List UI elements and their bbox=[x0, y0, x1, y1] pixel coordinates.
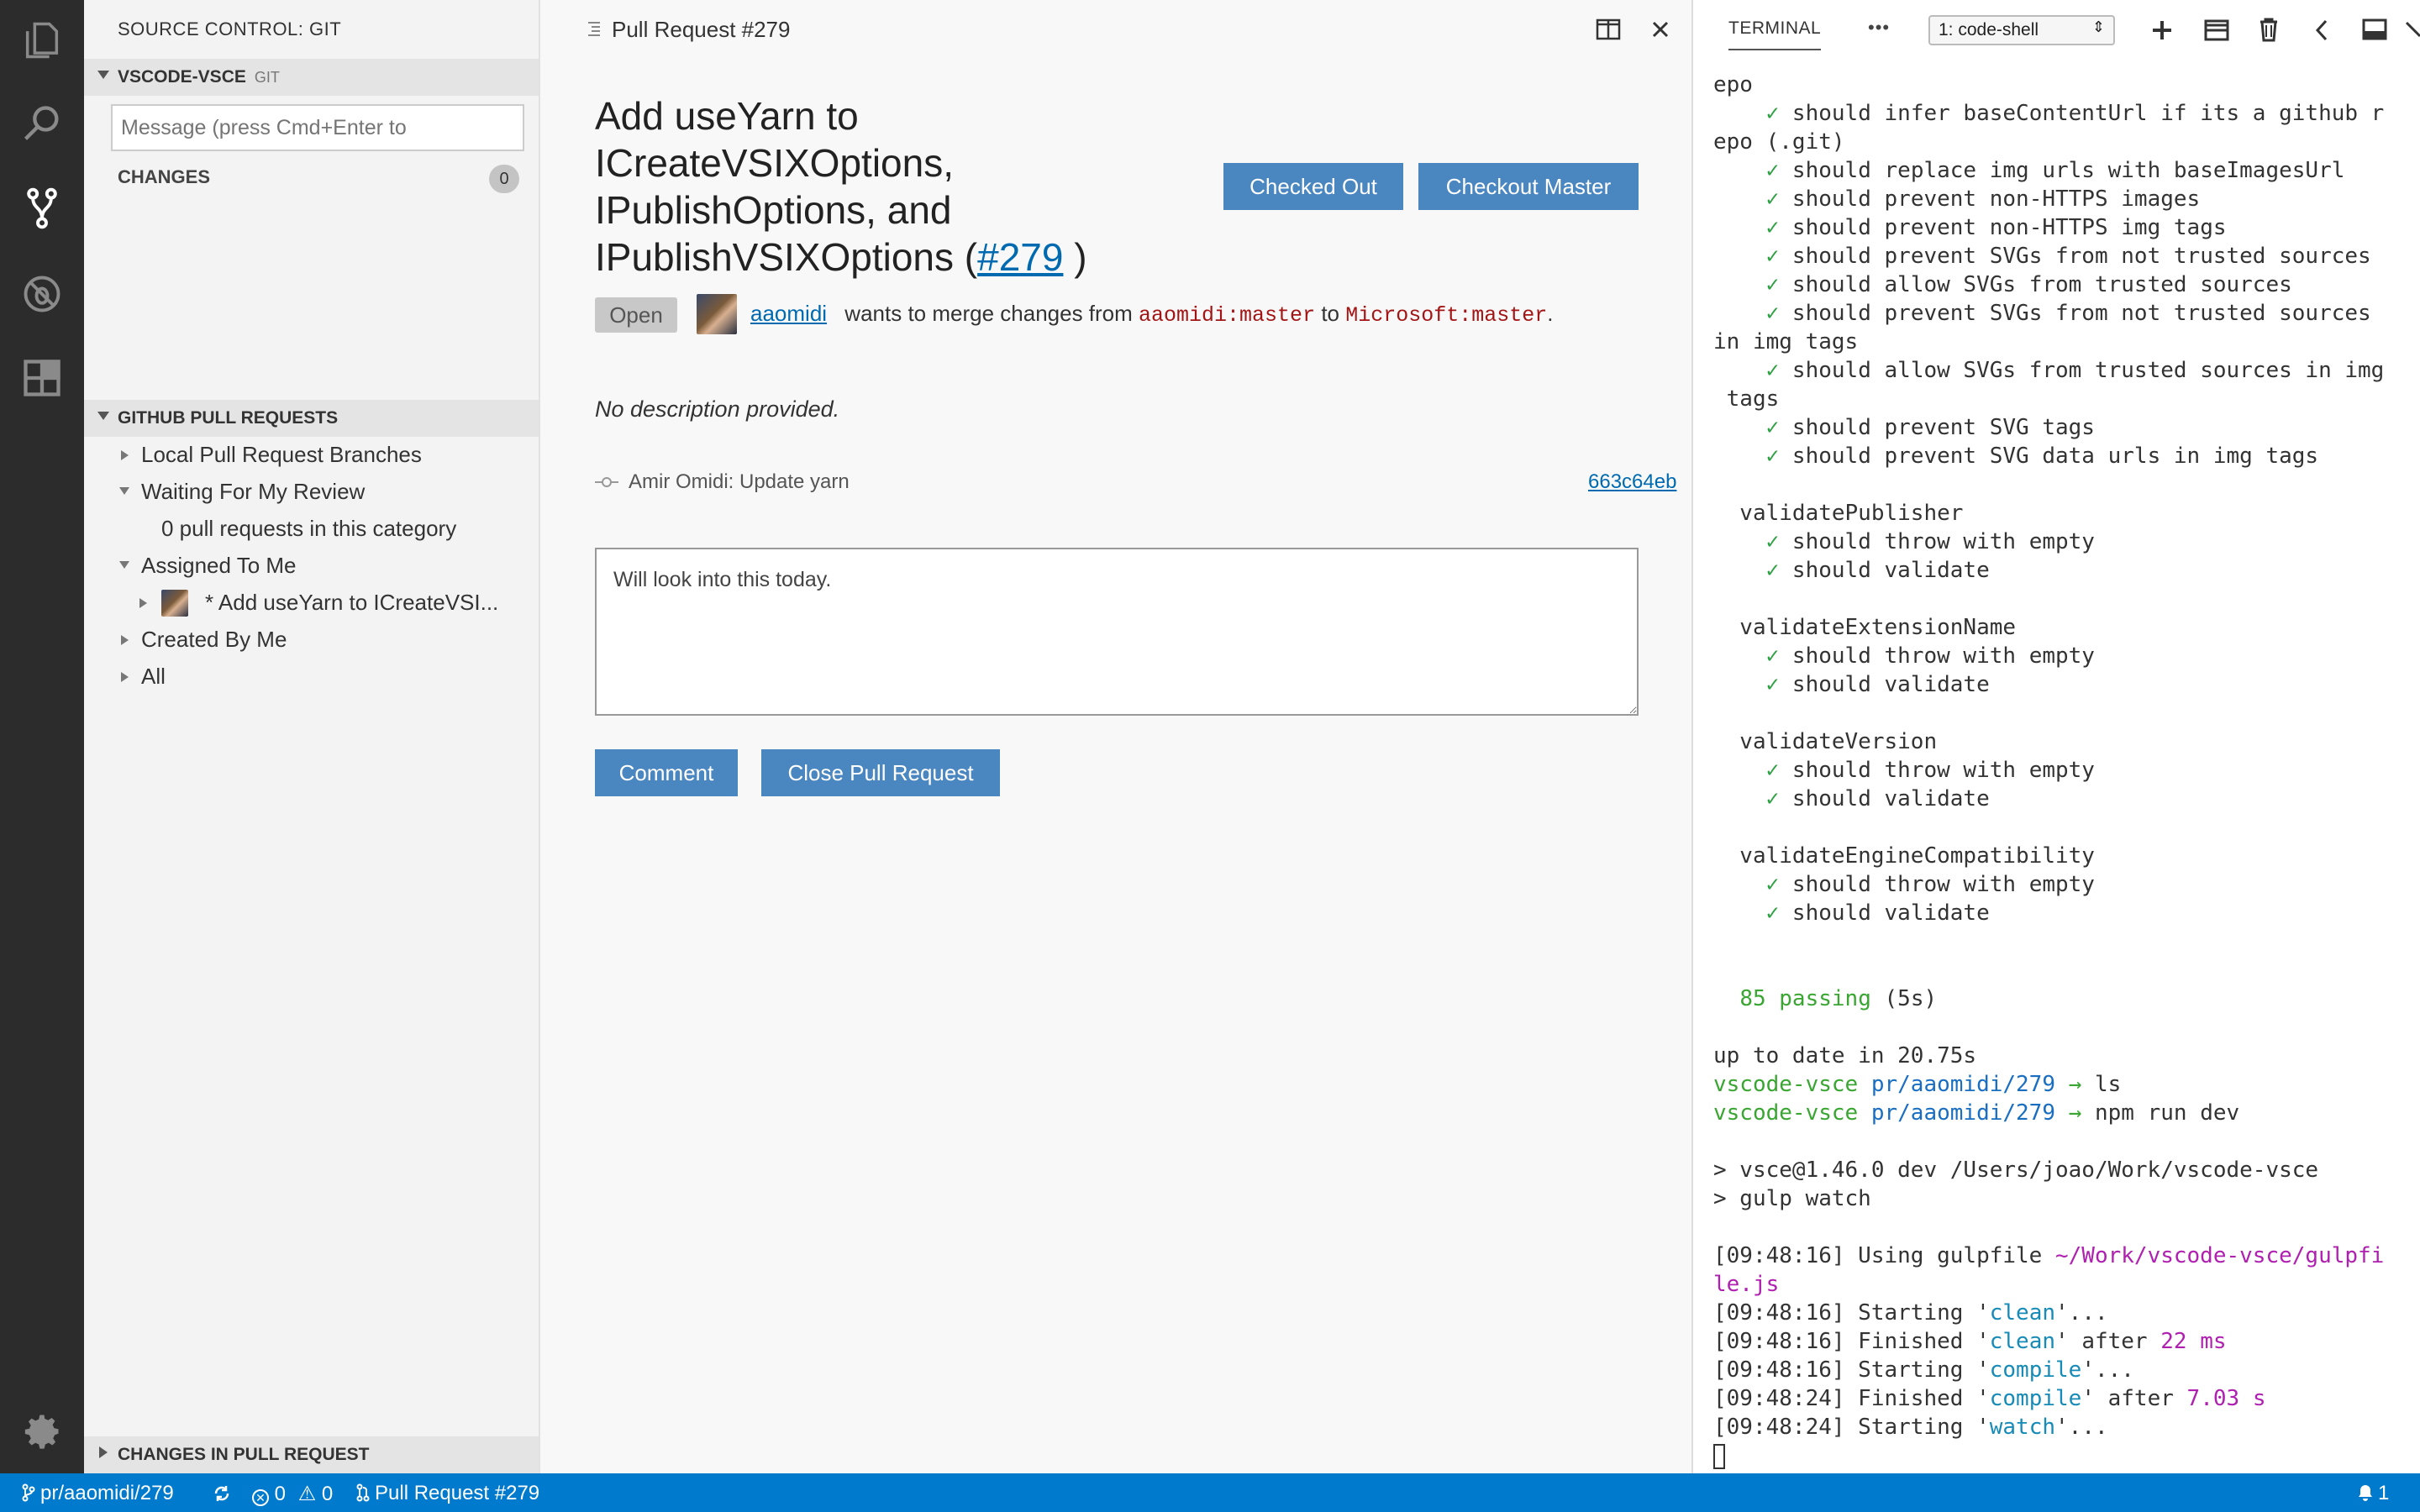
avatar bbox=[161, 590, 188, 617]
pr-merge-info: aaomidi wants to merge changes from aaom… bbox=[750, 301, 1554, 328]
to-branch: Microsoft:master bbox=[1345, 303, 1548, 328]
chevron-right-icon bbox=[121, 450, 129, 460]
toggle-panel-icon[interactable] bbox=[2362, 18, 2387, 40]
split-editor-icon[interactable] bbox=[1596, 18, 1621, 40]
author-link[interactable]: aaomidi bbox=[750, 301, 827, 326]
explorer-icon[interactable] bbox=[18, 17, 66, 64]
pr-section-header[interactable]: GITHUB PULL REQUESTS bbox=[84, 400, 539, 437]
sidebar-title: SOURCE CONTROL: GIT bbox=[118, 18, 342, 39]
from-branch: aaomidi:master bbox=[1139, 303, 1316, 328]
search-icon[interactable] bbox=[18, 101, 66, 148]
terminal-header: TERMINAL ••• 1: code-shell ⇕ bbox=[1693, 0, 2420, 60]
terminal-cursor bbox=[1713, 1443, 1725, 1469]
repo-name: VSCODE-VSCE bbox=[118, 67, 246, 87]
vscode-window: SOURCE CONTROL: GIT VSCODE-VSCE GIT CHANG… bbox=[0, 0, 2420, 1512]
error-icon: ✕ bbox=[252, 1489, 269, 1506]
commit-sha-link[interactable]: 663c64eb bbox=[1588, 470, 1676, 494]
preview-icon bbox=[588, 22, 600, 36]
tree-item-all[interactable]: All bbox=[118, 664, 166, 690]
tab-terminal[interactable]: TERMINAL bbox=[1728, 18, 1822, 50]
chevron-left-icon[interactable] bbox=[2313, 18, 2330, 42]
commit-message-input[interactable] bbox=[111, 104, 524, 151]
chevron-down-icon bbox=[97, 412, 109, 420]
bell-icon bbox=[2359, 1485, 2372, 1501]
pr-status-item[interactable]: Pull Request #279 bbox=[356, 1482, 539, 1505]
editor-tab[interactable]: Pull Request #279 bbox=[540, 0, 1691, 59]
pr-number-link[interactable]: #279 bbox=[977, 235, 1063, 279]
comment-textarea[interactable]: Will look into this today. bbox=[595, 548, 1639, 716]
tree-item-empty-category: 0 pull requests in this category bbox=[161, 516, 457, 541]
activity-bar bbox=[0, 0, 84, 1473]
changes-in-pr-title: CHANGES IN PULL REQUEST bbox=[118, 1445, 370, 1464]
tab-title: Pull Request #279 bbox=[612, 17, 791, 42]
repo-provider: GIT bbox=[254, 69, 280, 86]
comment-button[interactable]: Comment bbox=[595, 749, 738, 796]
extensions-icon[interactable] bbox=[18, 354, 66, 402]
page-title: Add useYarn to ICreateVSIXOptions, IPubl… bbox=[595, 94, 1087, 279]
pr-description: No description provided. bbox=[595, 396, 840, 422]
source-control-icon[interactable] bbox=[18, 185, 66, 232]
warning-icon: ⚠ bbox=[297, 1483, 317, 1505]
changes-label[interactable]: CHANGES bbox=[118, 166, 210, 188]
terminal-shell-select[interactable]: 1: code-shell ⇕ bbox=[1928, 15, 2115, 45]
tree-item-pull-request[interactable]: * Add useYarn to ICreateVSI... bbox=[136, 590, 498, 617]
add-terminal-icon[interactable] bbox=[2150, 18, 2174, 42]
sync-icon[interactable] bbox=[212, 1483, 232, 1504]
checkout-master-button[interactable]: Checkout Master bbox=[1418, 163, 1639, 210]
trash-icon[interactable] bbox=[2258, 17, 2280, 42]
pull-request-icon bbox=[356, 1483, 370, 1502]
close-icon[interactable] bbox=[1651, 20, 1670, 39]
status-badge: Open bbox=[595, 297, 677, 333]
tree-item-waiting-review[interactable]: Waiting For My Review bbox=[118, 479, 365, 505]
chevron-right-icon bbox=[139, 598, 147, 608]
editor-area: Pull Request #279 Add useYarn to ICreate… bbox=[540, 0, 1691, 1473]
git-branch-icon bbox=[22, 1483, 35, 1502]
terminal-panel: TERMINAL ••• 1: code-shell ⇕ epo ✓ should… bbox=[1691, 0, 2420, 1473]
author-avatar[interactable] bbox=[697, 294, 737, 334]
checked-out-button[interactable]: Checked Out bbox=[1223, 163, 1403, 210]
tree-item-created-by-me[interactable]: Created By Me bbox=[118, 627, 287, 653]
chevron-right-icon bbox=[99, 1446, 108, 1458]
commit-icon bbox=[595, 477, 618, 487]
problems-indicator[interactable]: ✕ 0 ⚠ 0 bbox=[252, 1482, 333, 1506]
notifications-indicator[interactable]: 1 bbox=[2356, 1482, 2389, 1505]
chevron-down-icon bbox=[119, 487, 129, 495]
close-panel-icon[interactable] bbox=[2404, 20, 2420, 39]
status-bar: pr/aaomidi/279 ✕ 0 ⚠ 0 Pull Request #279… bbox=[0, 1473, 2420, 1512]
pr-section-title: GITHUB PULL REQUESTS bbox=[118, 408, 339, 428]
chevron-down-icon bbox=[97, 71, 109, 79]
close-pull-request-button[interactable]: Close Pull Request bbox=[761, 749, 1000, 796]
repo-section-header[interactable]: VSCODE-VSCE GIT bbox=[84, 59, 539, 96]
chevron-right-icon bbox=[121, 635, 129, 645]
split-terminal-icon[interactable] bbox=[2204, 18, 2229, 42]
tree-item-assigned-to-me[interactable]: Assigned To Me bbox=[118, 553, 297, 579]
tree-item-local-branches[interactable]: Local Pull Request Branches bbox=[118, 442, 422, 468]
select-arrows-icon: ⇕ bbox=[2091, 18, 2105, 35]
commit-row: Amir Omidi: Update yarn 663c64eb bbox=[595, 470, 1687, 496]
terminal-output[interactable]: epo ✓ should infer baseContentUrl if its… bbox=[1713, 71, 2419, 1470]
changes-in-pr-header[interactable]: CHANGES IN PULL REQUEST bbox=[84, 1436, 539, 1473]
branch-indicator[interactable]: pr/aaomidi/279 bbox=[22, 1482, 174, 1505]
chevron-down-icon bbox=[119, 561, 129, 569]
more-actions-icon[interactable]: ••• bbox=[1868, 17, 1890, 39]
sidebar: SOURCE CONTROL: GIT VSCODE-VSCE GIT CHANG… bbox=[84, 0, 540, 1473]
changes-count-badge: 0 bbox=[489, 165, 519, 193]
chevron-right-icon bbox=[121, 672, 129, 682]
gear-icon[interactable] bbox=[18, 1408, 66, 1455]
debug-icon[interactable] bbox=[18, 270, 66, 318]
commit-message: Amir Omidi: Update yarn bbox=[629, 470, 850, 493]
